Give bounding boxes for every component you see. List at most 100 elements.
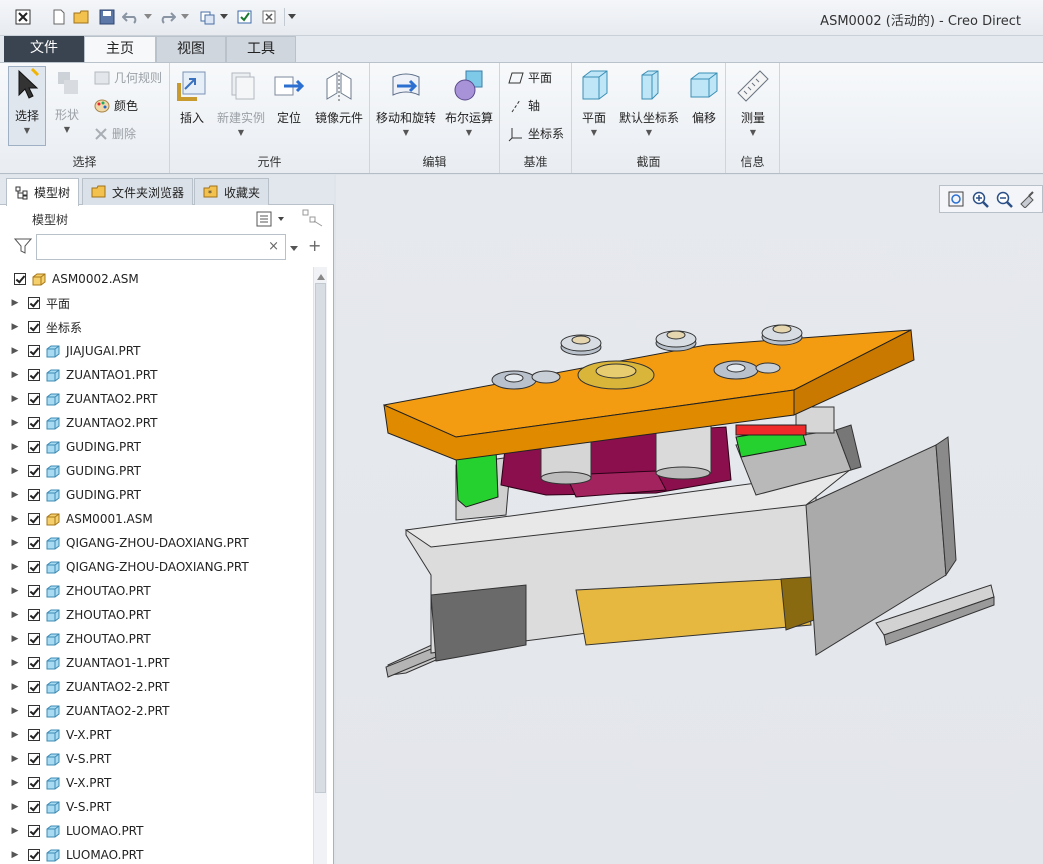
tab-model-tree[interactable]: 模型树 [6, 178, 80, 206]
tree-item-checkbox[interactable] [28, 849, 40, 861]
close-app-icon[interactable] [14, 8, 32, 26]
tree-item[interactable]: ▶ ZUANTAO1.PRT [8, 363, 313, 387]
save-icon[interactable] [98, 8, 116, 26]
tree-item-checkbox[interactable] [28, 345, 40, 357]
scroll-thumb[interactable] [315, 283, 326, 793]
tree-item[interactable]: ▶ ZUANTAO2.PRT [8, 411, 313, 435]
section-offset-button[interactable]: 偏移 [684, 69, 724, 126]
expand-arrow-icon[interactable]: ▶ [8, 586, 22, 596]
select-button[interactable]: 选择 ▼ [8, 66, 46, 146]
tree-item-checkbox[interactable] [28, 417, 40, 429]
tab-folder-browser[interactable]: 文件夹浏览器 [82, 178, 194, 205]
filter-icon[interactable] [13, 238, 33, 257]
expand-arrow-icon[interactable]: ▶ [8, 322, 22, 332]
customize-icon[interactable] [284, 8, 298, 26]
tree-item[interactable]: ▶ ZHOUTAO.PRT [8, 579, 313, 603]
expand-arrow-icon[interactable]: ▶ [8, 610, 22, 620]
tree-item[interactable]: ▶ GUDING.PRT [8, 483, 313, 507]
tree-search-box[interactable]: × [36, 234, 286, 260]
expand-arrow-icon[interactable]: ▶ [8, 634, 22, 644]
measure-button[interactable]: 测量 ▼ [732, 69, 774, 137]
datum-csys-button[interactable]: 坐标系 [508, 125, 564, 142]
tree-item[interactable]: ▶ V-X.PRT [8, 771, 313, 795]
tree-item[interactable]: ▶ GUDING.PRT [8, 459, 313, 483]
expand-arrow-icon[interactable]: ▶ [8, 466, 22, 476]
tree-item[interactable]: ▶ ZHOUTAO.PRT [8, 603, 313, 627]
tree-item-checkbox[interactable] [28, 393, 40, 405]
move-rotate-button[interactable]: 移动和旋转 ▼ [374, 69, 438, 137]
tree-item[interactable]: ▶ QIGANG-ZHOU-DAOXIANG.PRT [8, 555, 313, 579]
redo-icon[interactable] [158, 8, 176, 26]
color-button[interactable]: 颜色 [94, 97, 138, 114]
regenerate-icon[interactable] [198, 8, 216, 26]
expand-arrow-icon[interactable]: ▶ [8, 418, 22, 428]
scroll-up-icon[interactable] [316, 270, 326, 284]
new-instance-button[interactable]: 新建实例 ▼ [214, 69, 268, 137]
expand-arrow-icon[interactable]: ▶ [8, 802, 22, 812]
tree-item[interactable]: ASM0002.ASM [8, 267, 313, 291]
tree-item-checkbox[interactable] [28, 657, 40, 669]
expand-arrow-icon[interactable]: ▶ [8, 514, 22, 524]
locate-button[interactable]: 定位 [270, 69, 308, 126]
tree-item[interactable]: ▶ ZHOUTAO.PRT [8, 627, 313, 651]
tab-file[interactable]: 文件 [4, 36, 84, 62]
tree-item-checkbox[interactable] [28, 441, 40, 453]
insert-button[interactable]: 插入 [172, 69, 212, 126]
clear-search-icon[interactable]: × [268, 239, 279, 254]
new-icon[interactable] [50, 8, 68, 26]
tree-item[interactable]: ▶ V-X.PRT [8, 723, 313, 747]
tree-item-checkbox[interactable] [28, 369, 40, 381]
datum-axis-button[interactable]: 轴 [508, 97, 540, 114]
datum-plane-button[interactable]: 平面 [508, 69, 552, 86]
tree-item[interactable]: ▶ V-S.PRT [8, 747, 313, 771]
delete-button[interactable]: 删除 [94, 125, 136, 142]
section-plane-button[interactable]: 平面 ▼ [574, 69, 614, 137]
tree-item[interactable]: ▶ ZUANTAO2-2.PRT [8, 699, 313, 723]
close-window-icon[interactable] [260, 8, 278, 26]
tree-item[interactable]: ▶ V-S.PRT [8, 795, 313, 819]
expand-arrow-icon[interactable]: ▶ [8, 682, 22, 692]
tree-item[interactable]: ▶ ZUANTAO1-1.PRT [8, 651, 313, 675]
tree-item-checkbox[interactable] [28, 729, 40, 741]
expand-arrow-icon[interactable]: ▶ [8, 658, 22, 668]
shape-button[interactable]: 形状 ▼ [48, 66, 86, 146]
expand-arrow-icon[interactable]: ▶ [8, 490, 22, 500]
tree-filter-columns-icon[interactable] [302, 209, 324, 230]
tree-item[interactable]: ▶ ASM0001.ASM [8, 507, 313, 531]
default-csys-section-button[interactable]: 默认坐标系 ▼ [616, 69, 682, 137]
undo-dropdown-icon[interactable] [143, 8, 153, 26]
expand-arrow-icon[interactable]: ▶ [8, 538, 22, 548]
tree-item[interactable]: ▶ LUOMAO.PRT [8, 843, 313, 864]
assembly-model[interactable] [336, 175, 1043, 864]
tree-item-checkbox[interactable] [28, 321, 40, 333]
expand-arrow-icon[interactable]: ▶ [8, 706, 22, 716]
tree-item-checkbox[interactable] [28, 633, 40, 645]
tree-item[interactable]: ▶ ZUANTAO2.PRT [8, 387, 313, 411]
tree-item-checkbox[interactable] [28, 609, 40, 621]
expand-arrow-icon[interactable]: ▶ [8, 442, 22, 452]
boolean-button[interactable]: 布尔运算 ▼ [440, 69, 498, 137]
tree-item-checkbox[interactable] [28, 561, 40, 573]
tree-scrollbar[interactable] [313, 267, 327, 864]
tree-item[interactable]: ▶ GUDING.PRT [8, 435, 313, 459]
expand-arrow-icon[interactable]: ▶ [8, 754, 22, 764]
search-dropdown-icon[interactable] [290, 242, 300, 256]
tree-item-checkbox[interactable] [28, 465, 40, 477]
tree-item[interactable]: ▶ LUOMAO.PRT [8, 819, 313, 843]
window-icon[interactable] [236, 8, 254, 26]
tree-item-checkbox[interactable] [14, 273, 26, 285]
tree-item-checkbox[interactable] [28, 777, 40, 789]
tab-view[interactable]: 视图 [156, 36, 226, 62]
regenerate-dropdown-icon[interactable] [219, 8, 229, 26]
tree-item-checkbox[interactable] [28, 585, 40, 597]
graphics-viewport[interactable] [336, 175, 1043, 864]
tree-item-checkbox[interactable] [28, 825, 40, 837]
tab-tools[interactable]: 工具 [226, 36, 296, 62]
tree-item[interactable]: ▶ QIGANG-ZHOU-DAOXIANG.PRT [8, 531, 313, 555]
mirror-component-button[interactable]: 镜像元件 [310, 69, 368, 126]
tree-item[interactable]: ▶ ZUANTAO2-2.PRT [8, 675, 313, 699]
expand-arrow-icon[interactable]: ▶ [8, 826, 22, 836]
expand-arrow-icon[interactable]: ▶ [8, 730, 22, 740]
tree-item-checkbox[interactable] [28, 753, 40, 765]
add-filter-icon[interactable]: + [308, 238, 321, 254]
